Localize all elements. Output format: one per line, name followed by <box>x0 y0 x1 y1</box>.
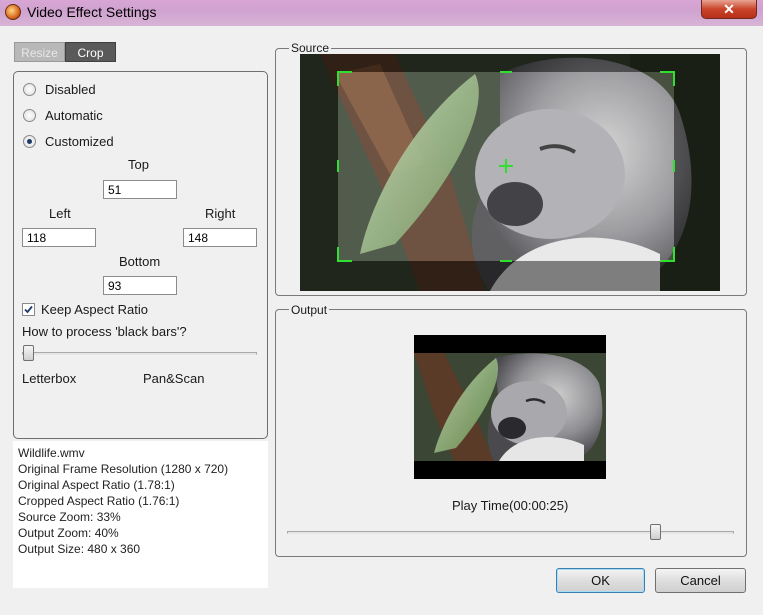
keep-aspect-checkbox[interactable] <box>22 303 35 316</box>
black-bars-slider-track[interactable] <box>22 352 257 355</box>
ok-button[interactable]: OK <box>556 568 645 593</box>
close-button[interactable]: ✕ <box>701 0 757 19</box>
radio-button[interactable] <box>23 82 36 96</box>
radio-disabled[interactable]: Disabled <box>23 80 96 98</box>
title-bar: Video Effect Settings ✕ <box>0 0 763 26</box>
info-line: Source Zoom: 33% <box>18 510 121 524</box>
source-preview-image <box>300 54 720 291</box>
panscan-label: Pan&Scan <box>143 371 205 386</box>
info-line: Wildlife.wmv <box>18 446 85 460</box>
output-preview <box>414 335 606 479</box>
letterbox-label: Letterbox <box>22 371 77 386</box>
info-line: Output Zoom: 40% <box>18 526 119 540</box>
cancel-button[interactable]: Cancel <box>655 568 746 593</box>
right-input[interactable] <box>183 228 257 247</box>
video-info-box: Wildlife.wmv Original Frame Resolution (… <box>13 441 268 588</box>
play-time-slider-thumb[interactable] <box>650 524 661 540</box>
radio-automatic[interactable]: Automatic <box>23 106 103 124</box>
radio-label-customized: Customized <box>45 133 114 149</box>
radio-button[interactable] <box>23 108 36 122</box>
left-label: Left <box>49 206 71 221</box>
left-input[interactable] <box>22 228 96 247</box>
checkmark-icon <box>24 305 33 314</box>
info-line: Output Size: 480 x 360 <box>18 542 141 556</box>
output-preview-image <box>414 335 606 479</box>
tab-resize[interactable]: Resize <box>14 42 65 62</box>
bottom-input[interactable] <box>103 276 177 295</box>
top-input[interactable] <box>103 180 177 199</box>
radio-button-checked[interactable] <box>23 134 36 148</box>
window-title: Video Effect Settings <box>27 4 157 20</box>
radio-label-automatic: Automatic <box>45 107 103 123</box>
black-bars-question: How to process 'black bars'? <box>22 324 187 339</box>
info-line: Original Frame Resolution (1280 x 720) <box>18 462 229 476</box>
radio-label-disabled: Disabled <box>45 81 96 97</box>
radio-customized[interactable]: Customized <box>23 132 114 150</box>
info-line: Cropped Aspect Ratio (1.76:1) <box>18 494 180 508</box>
keep-aspect-label: Keep Aspect Ratio <box>41 302 148 317</box>
play-time-slider-track[interactable] <box>287 531 734 534</box>
black-bars-slider-thumb[interactable] <box>23 345 34 361</box>
bottom-label: Bottom <box>119 254 161 269</box>
info-line: Original Aspect Ratio (1.78:1) <box>18 478 175 492</box>
top-label: Top <box>128 157 149 172</box>
output-title: Output <box>289 303 330 317</box>
tab-crop[interactable]: Crop <box>65 42 116 62</box>
right-label: Right <box>205 206 236 221</box>
app-icon <box>5 4 21 20</box>
play-time-label: Play Time(00:00:25) <box>452 498 569 513</box>
source-title: Source <box>289 41 332 55</box>
source-preview[interactable] <box>300 54 720 291</box>
